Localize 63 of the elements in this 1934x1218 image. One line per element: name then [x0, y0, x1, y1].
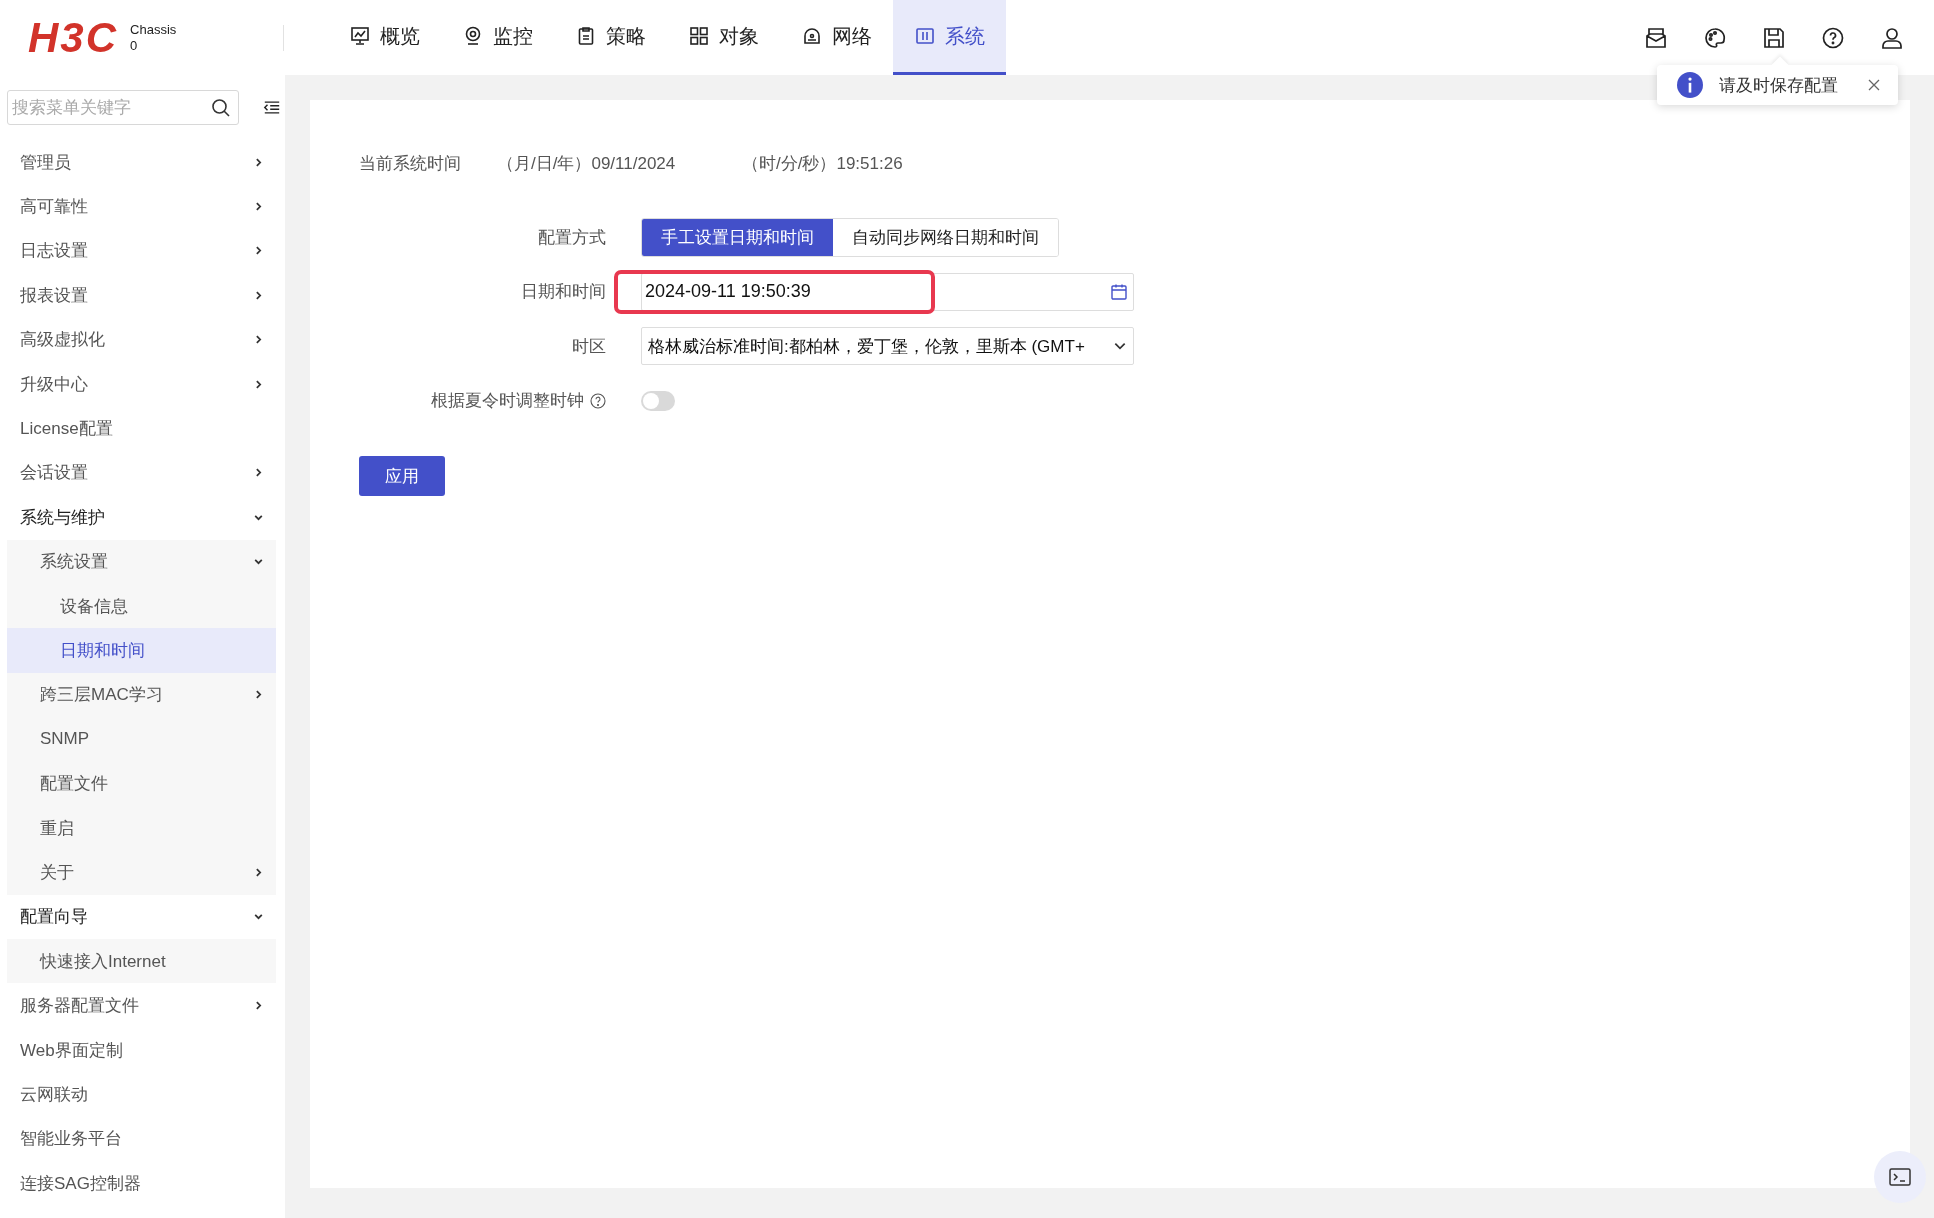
nav-tab[interactable]: 对象 — [667, 0, 780, 75]
timezone-select[interactable]: 格林威治标准时间:都柏林，爱丁堡，伦敦，里斯本 (GMT+ — [641, 327, 1134, 366]
grid-icon — [688, 26, 709, 46]
menu-item[interactable]: 设备信息 — [7, 583, 276, 629]
menu-item[interactable]: 配置向导 — [7, 894, 276, 940]
notice-text: 请及时保存配置 — [1719, 74, 1838, 97]
help-icon[interactable] — [1821, 25, 1845, 50]
user-icon[interactable] — [1880, 25, 1904, 50]
menu-item[interactable]: 连接SAG控制器 — [7, 1161, 276, 1206]
device-name: Chassis — [130, 21, 177, 38]
apply-button[interactable]: 应用 — [359, 456, 445, 496]
monitor-icon — [349, 26, 370, 46]
nav-tab[interactable]: 概览 — [328, 0, 441, 75]
menu-item[interactable]: 日期和时间 — [7, 628, 276, 673]
palette-icon[interactable] — [1703, 25, 1727, 50]
menu-item[interactable]: 云网联动 — [7, 1072, 276, 1117]
menu-item[interactable]: Web界面定制 — [7, 1027, 276, 1073]
menu-item[interactable]: 高可靠性 — [7, 184, 276, 229]
field-label: 配置方式 — [537, 226, 606, 249]
menu-item[interactable]: 日志设置 — [7, 228, 276, 274]
menu-item[interactable]: 高级虚拟化 — [7, 317, 276, 362]
search-field[interactable]: 搜索菜单关键字 — [7, 90, 239, 125]
search-icon[interactable] — [211, 98, 231, 118]
menu-item[interactable]: 升级中心 — [7, 361, 276, 407]
logo: H3C — [28, 13, 119, 62]
menu-item[interactable]: License配置 — [7, 406, 276, 451]
menu-item[interactable]: 会话设置 — [7, 450, 276, 496]
save-icon[interactable] — [1762, 25, 1786, 50]
field-label: 日期和时间 — [520, 281, 606, 304]
calendar-icon[interactable] — [1110, 282, 1128, 301]
field-label: 根据夏令时调整时钟 — [431, 390, 584, 413]
menu-item[interactable]: 跨三层MAC学习 — [7, 672, 276, 718]
menu-item[interactable]: 快速接入Internet — [7, 939, 276, 984]
dst-toggle[interactable] — [641, 390, 675, 411]
current-time: （时/分/秒）19:51:26 — [742, 152, 903, 175]
help-icon[interactable] — [590, 392, 606, 409]
menu-item[interactable]: 服务器配置文件 — [7, 983, 276, 1028]
datetime-field[interactable]: 2024-09-11 19:50:39 — [641, 272, 1134, 311]
mode-option[interactable]: 手工设置日期和时间 — [642, 218, 833, 256]
menu-item[interactable]: SNMP — [7, 717, 276, 762]
menu-item[interactable]: 系统设置 — [7, 539, 276, 584]
current-time-label: 当前系统时间 — [359, 152, 462, 175]
terminal-button[interactable] — [1874, 1151, 1926, 1203]
device-slot: 0 — [130, 37, 177, 54]
field-label: 时区 — [571, 335, 606, 358]
info-icon — [1677, 72, 1703, 98]
nav-tab[interactable]: 系统 — [893, 0, 1006, 75]
close-icon[interactable] — [1868, 79, 1880, 91]
terminal-icon — [1889, 1168, 1911, 1186]
collapse-menu-icon[interactable] — [263, 100, 281, 115]
menu-item[interactable]: 关于 — [7, 850, 276, 895]
menu-item[interactable]: 系统与维护 — [7, 495, 276, 540]
menu-item[interactable]: 管理员 — [7, 140, 276, 185]
nav-tab[interactable]: 策略 — [554, 0, 667, 75]
panel-icon — [914, 26, 935, 46]
menu-item[interactable]: 配置文件 — [7, 761, 276, 806]
nav-tab[interactable]: 网络 — [780, 0, 893, 75]
inbox-icon[interactable] — [1644, 25, 1668, 50]
nav-tab[interactable]: 监控 — [441, 0, 554, 75]
current-date: （月/日/年）09/11/2024 — [497, 152, 677, 175]
menu-item[interactable]: 重启 — [7, 805, 276, 851]
menu-item[interactable]: 智能业务平台 — [7, 1116, 276, 1161]
menu-item[interactable]: 报表设置 — [7, 273, 276, 318]
